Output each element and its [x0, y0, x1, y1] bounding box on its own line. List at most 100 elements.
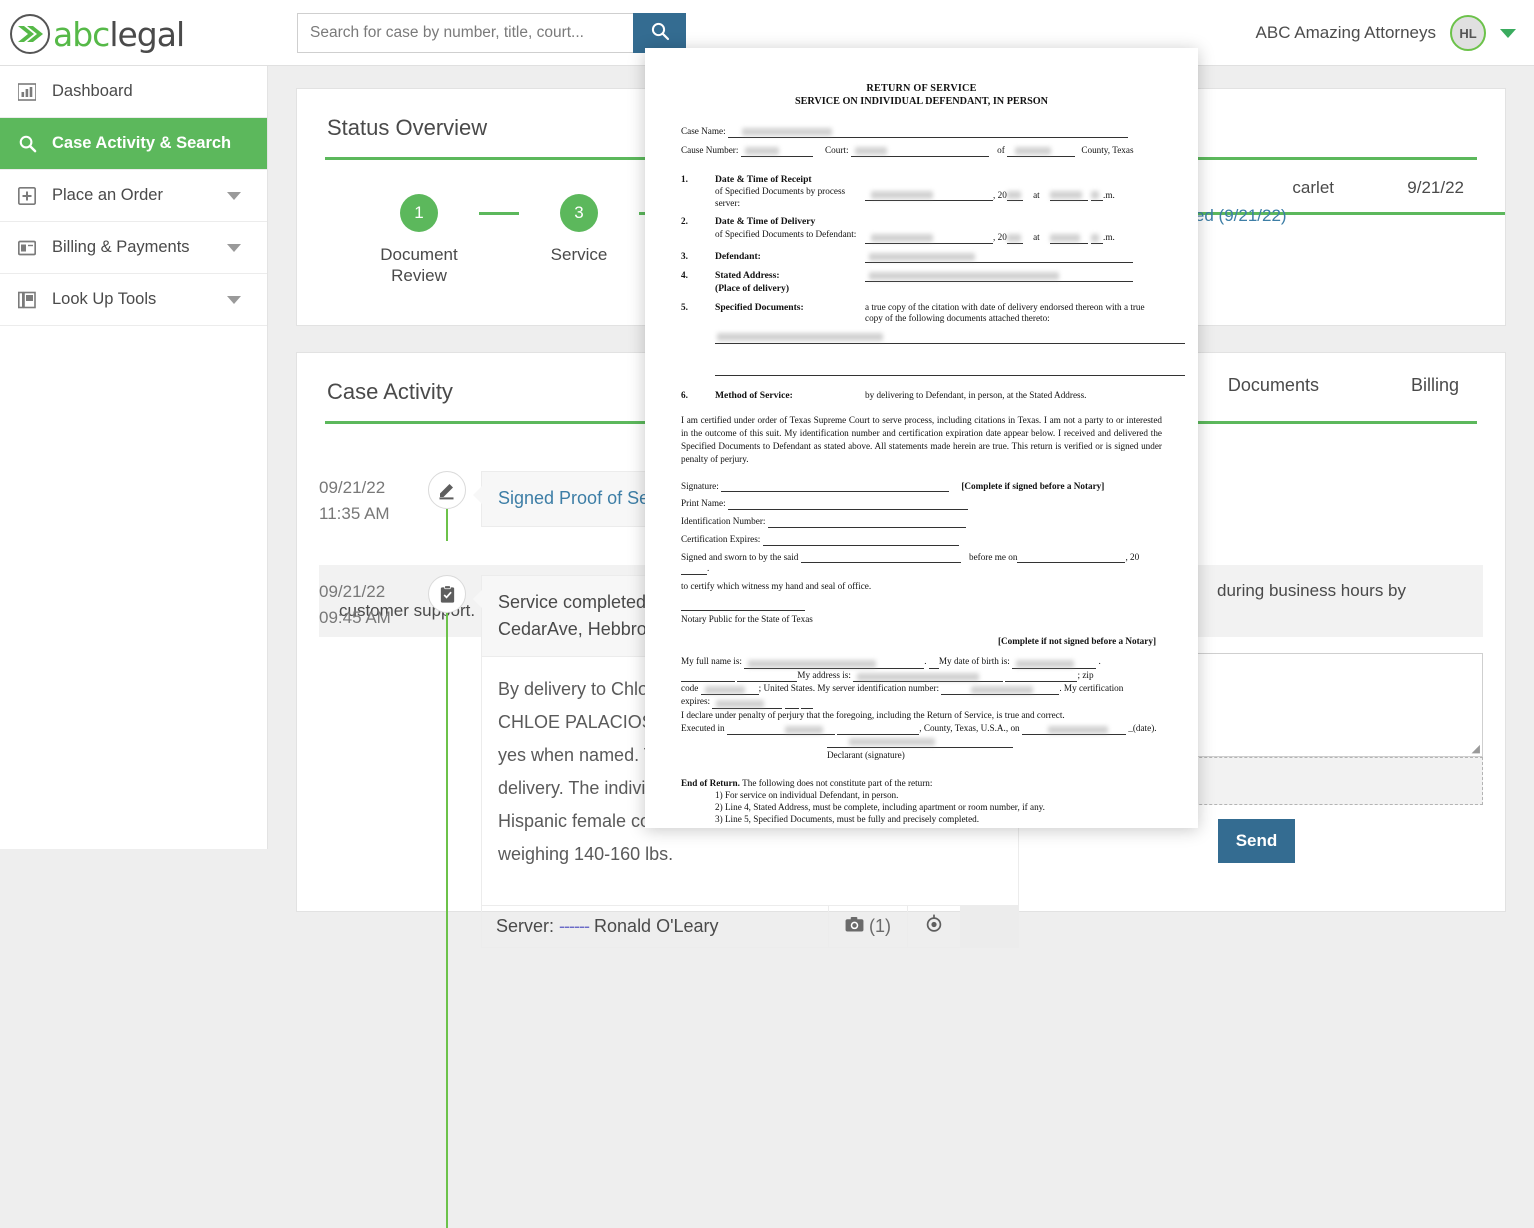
decl-executed-field [726, 724, 835, 736]
of-label: of [997, 144, 1005, 155]
decl-zip-label: ; zip [1077, 669, 1094, 680]
year-prefix: , 20 [993, 189, 1007, 200]
year-prefix: , 20 [993, 232, 1007, 243]
chevron-down-icon[interactable] [227, 295, 241, 304]
redacted-value [869, 272, 1059, 281]
step-number: 3 [560, 194, 598, 232]
case-activity-tabs: Documents Billing [1182, 375, 1505, 396]
sworn-tail: to certify which witness my hand and sea… [681, 581, 872, 592]
redacted-value [1006, 234, 1021, 243]
extra-action-cell[interactable] [960, 906, 1018, 947]
decl-dob-label: My date of birth is: [938, 656, 1010, 667]
court-label: Court: [825, 144, 849, 155]
item-value [865, 270, 1162, 295]
signature-row: Signature: [Complete if signed before a … [681, 481, 1162, 493]
search-input[interactable]: Search for case by number, title, court.… [297, 13, 637, 53]
decl-code-label: code [681, 683, 699, 694]
step-label: Document Review [380, 245, 458, 285]
end-note: 3) Line 5, Specified Documents, must be … [715, 813, 980, 824]
item-label: Date & Time of Delivery of Specified Doc… [715, 216, 865, 244]
redacted-value [857, 673, 980, 682]
send-button[interactable]: Send [1218, 819, 1295, 863]
redacted-value [717, 332, 883, 341]
at-label: at [1033, 189, 1040, 200]
item-number: 1. [681, 173, 688, 184]
app-logo[interactable]: abclegal [10, 12, 185, 56]
at-label: at [1033, 232, 1040, 243]
sidebar-item-dashboard[interactable]: Dashboard [0, 66, 267, 118]
year-field [1006, 190, 1023, 202]
document-item-1: 1. Date & Time of Receipt of Specified D… [681, 174, 1162, 210]
notary-public-label: Notary Public for the State of Texas [681, 613, 813, 624]
redacted-value [871, 234, 933, 243]
gps-button[interactable] [907, 906, 960, 947]
stated-address-field [865, 271, 1133, 283]
server-info: Server: ------ Ronald O'Leary [482, 916, 828, 937]
sidebar-item-label: Place an Order [52, 186, 163, 204]
item-label-bold: Method of Service: [715, 389, 793, 401]
photos-button[interactable]: (1) [828, 906, 907, 947]
id-number-label: Identification Number: [681, 516, 766, 527]
resize-handle-icon[interactable]: ◢ [1472, 742, 1480, 755]
delivery-date-field [865, 233, 993, 245]
sidebar-item-place-an-order[interactable]: Place an Order [0, 170, 267, 222]
end-of-return-block: End of Return. The following does not co… [681, 778, 1162, 825]
meridiem-field [1091, 190, 1104, 202]
timeline-body-line: weighing 140-160 lbs. [498, 844, 674, 864]
server-redacted: ------ [559, 916, 590, 936]
timeline-timestamp: 09/21/22 09:45 AM [319, 575, 421, 948]
step-number: 1 [400, 194, 438, 232]
decl-server-id-field [941, 684, 1060, 696]
decl-line-field-a [681, 671, 735, 683]
sworn-name-field [800, 552, 961, 564]
sidebar-item-case-activity-search[interactable]: Case Activity & Search [0, 118, 267, 170]
chevron-down-icon[interactable] [227, 191, 241, 200]
decl-small-field-a [784, 698, 799, 709]
stepper-step-service[interactable]: 3 Service [519, 194, 639, 265]
document-page: RETURN OF SERVICE SERVICE ON INDIVIDUAL … [645, 48, 1198, 828]
delivery-time-field [1050, 233, 1089, 245]
item-number: 4. [681, 270, 688, 281]
stepper-step-document-review[interactable]: 1 Document Review [359, 194, 479, 286]
cert-expires-label: Certification Expires: [681, 533, 761, 544]
item-label-bold: Defendant: [715, 251, 761, 263]
timeline-time: 09:45 AM [319, 608, 391, 627]
sidebar-item-billing-payments[interactable]: Billing & Payments [0, 222, 267, 274]
item-label: Stated Address: (Place of delivery) [715, 270, 865, 295]
document-title-line1: RETURN OF SERVICE [866, 83, 977, 94]
sidebar-item-label: Billing & Payments [52, 238, 190, 256]
account-menu[interactable]: ABC Amazing Attorneys HL [1256, 12, 1516, 54]
tab-documents[interactable]: Documents [1182, 375, 1365, 396]
redacted-value [784, 726, 823, 735]
search-placeholder: Search for case by number, title, court.… [310, 24, 584, 41]
photo-count: (1) [869, 916, 891, 936]
sworn-mid: before me on [968, 551, 1018, 562]
redacted-value [1006, 191, 1021, 200]
chevron-down-icon[interactable] [1500, 28, 1516, 38]
search-button[interactable] [633, 13, 686, 53]
document-item-3: 3. Defendant: [681, 251, 1162, 263]
crosshair-icon [924, 914, 944, 939]
avatar[interactable]: HL [1450, 15, 1486, 51]
decl-dob-field [1012, 658, 1097, 669]
plus-square-icon [16, 185, 38, 207]
decl-executed-field-2 [837, 724, 920, 736]
logo-text: abclegal [53, 15, 185, 54]
meridiem-label: .m. [1103, 189, 1115, 200]
document-item-2: 2. Date & Time of Delivery of Specified … [681, 216, 1162, 245]
county-label: County, Texas [1081, 144, 1134, 155]
declarant-label: Declarant (signature) [827, 750, 905, 761]
tab-billing[interactable]: Billing [1365, 375, 1505, 396]
sidebar-item-look-up-tools[interactable]: Look Up Tools [0, 274, 267, 326]
redacted-value [1016, 659, 1075, 668]
chevron-down-icon[interactable] [227, 243, 241, 252]
item-number: 5. [681, 301, 688, 312]
redacted-value [1091, 191, 1100, 200]
step-connector [479, 211, 519, 215]
specified-documents-field-2 [715, 358, 1185, 376]
specified-documents-field-1 [715, 332, 1185, 344]
item-number: 6. [681, 389, 688, 400]
redacted-value [1015, 146, 1052, 155]
decl-executed-label: Executed in [681, 723, 725, 734]
document-preview-overlay[interactable]: RETURN OF SERVICE SERVICE ON INDIVIDUAL … [645, 48, 1198, 828]
